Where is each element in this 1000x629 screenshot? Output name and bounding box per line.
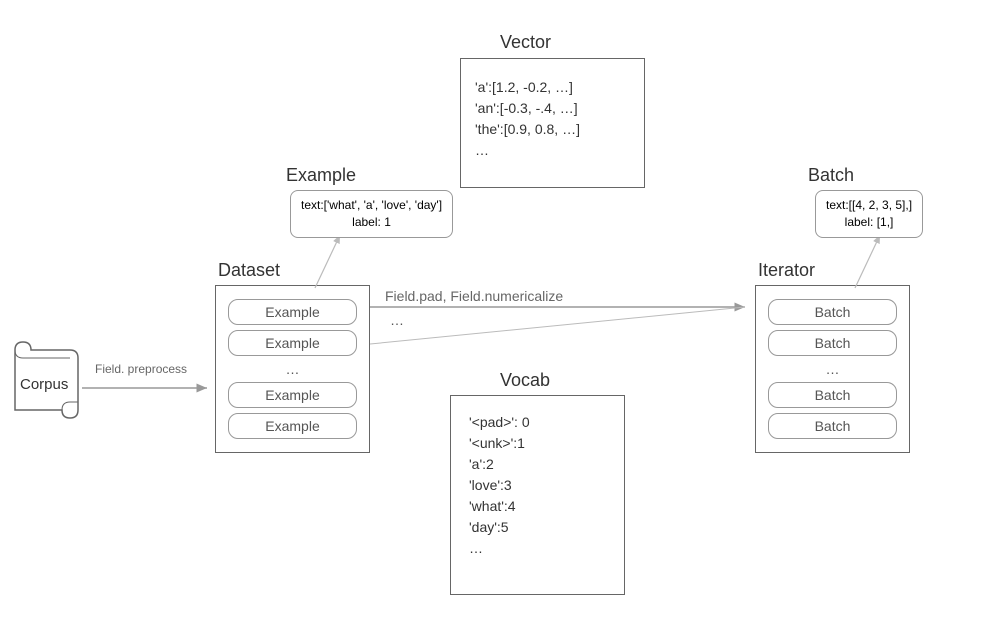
vector-content: 'a':[1.2, -0.2, …] 'an':[-0.3, -.4, …] '… (475, 77, 630, 161)
dataset-example-item: Example (228, 382, 357, 408)
vocab-title: Vocab (500, 370, 550, 391)
dataset-example-item: Example (228, 413, 357, 439)
corpus-label: Corpus (20, 376, 68, 393)
arrow-example-detail (310, 230, 350, 290)
iterator-box: Batch Batch … Batch Batch (755, 285, 910, 453)
arrow-preprocess (82, 378, 212, 398)
example-detail-box: text:['what', 'a', 'love', 'day'] label:… (290, 190, 453, 238)
dataset-example-item: Example (228, 330, 357, 356)
iterator-batch-item: Batch (768, 330, 897, 356)
iterator-batch-item: Batch (768, 299, 897, 325)
batch-detail-box: text:[[4, 2, 3, 5],] label: [1,] (815, 190, 923, 238)
pad-numericalize-label: Field.pad, Field.numericalize (385, 288, 563, 304)
preprocess-label: Field. preprocess (95, 362, 187, 376)
vocab-box: '<pad>': 0 '<unk>':1 'a':2 'love':3 'wha… (450, 395, 625, 595)
example-label-line: label: 1 (301, 214, 442, 231)
example-text-line: text:['what', 'a', 'love', 'day'] (301, 197, 442, 214)
batch-label-line: label: [1,] (826, 214, 912, 231)
vocab-content: '<pad>': 0 '<unk>':1 'a':2 'love':3 'wha… (469, 412, 606, 559)
iterator-batch-item: Batch (768, 413, 897, 439)
vector-title: Vector (500, 32, 551, 53)
dataset-title: Dataset (218, 260, 280, 281)
arrow-batch-detail (850, 230, 890, 290)
dataset-example-item: Example (228, 299, 357, 325)
vector-box: 'a':[1.2, -0.2, …] 'an':[-0.3, -.4, …] '… (460, 58, 645, 188)
dataset-ellipsis: … (224, 361, 361, 377)
corpus-icon: Corpus (10, 340, 80, 425)
iterator-ellipsis: … (764, 361, 901, 377)
example-detail-title: Example (286, 165, 356, 186)
iterator-batch-item: Batch (768, 382, 897, 408)
batch-detail-title: Batch (808, 165, 854, 186)
pad-ellipsis: … (390, 312, 404, 328)
iterator-title: Iterator (758, 260, 815, 281)
batch-text-line: text:[[4, 2, 3, 5],] (826, 197, 912, 214)
dataset-box: Example Example … Example Example (215, 285, 370, 453)
